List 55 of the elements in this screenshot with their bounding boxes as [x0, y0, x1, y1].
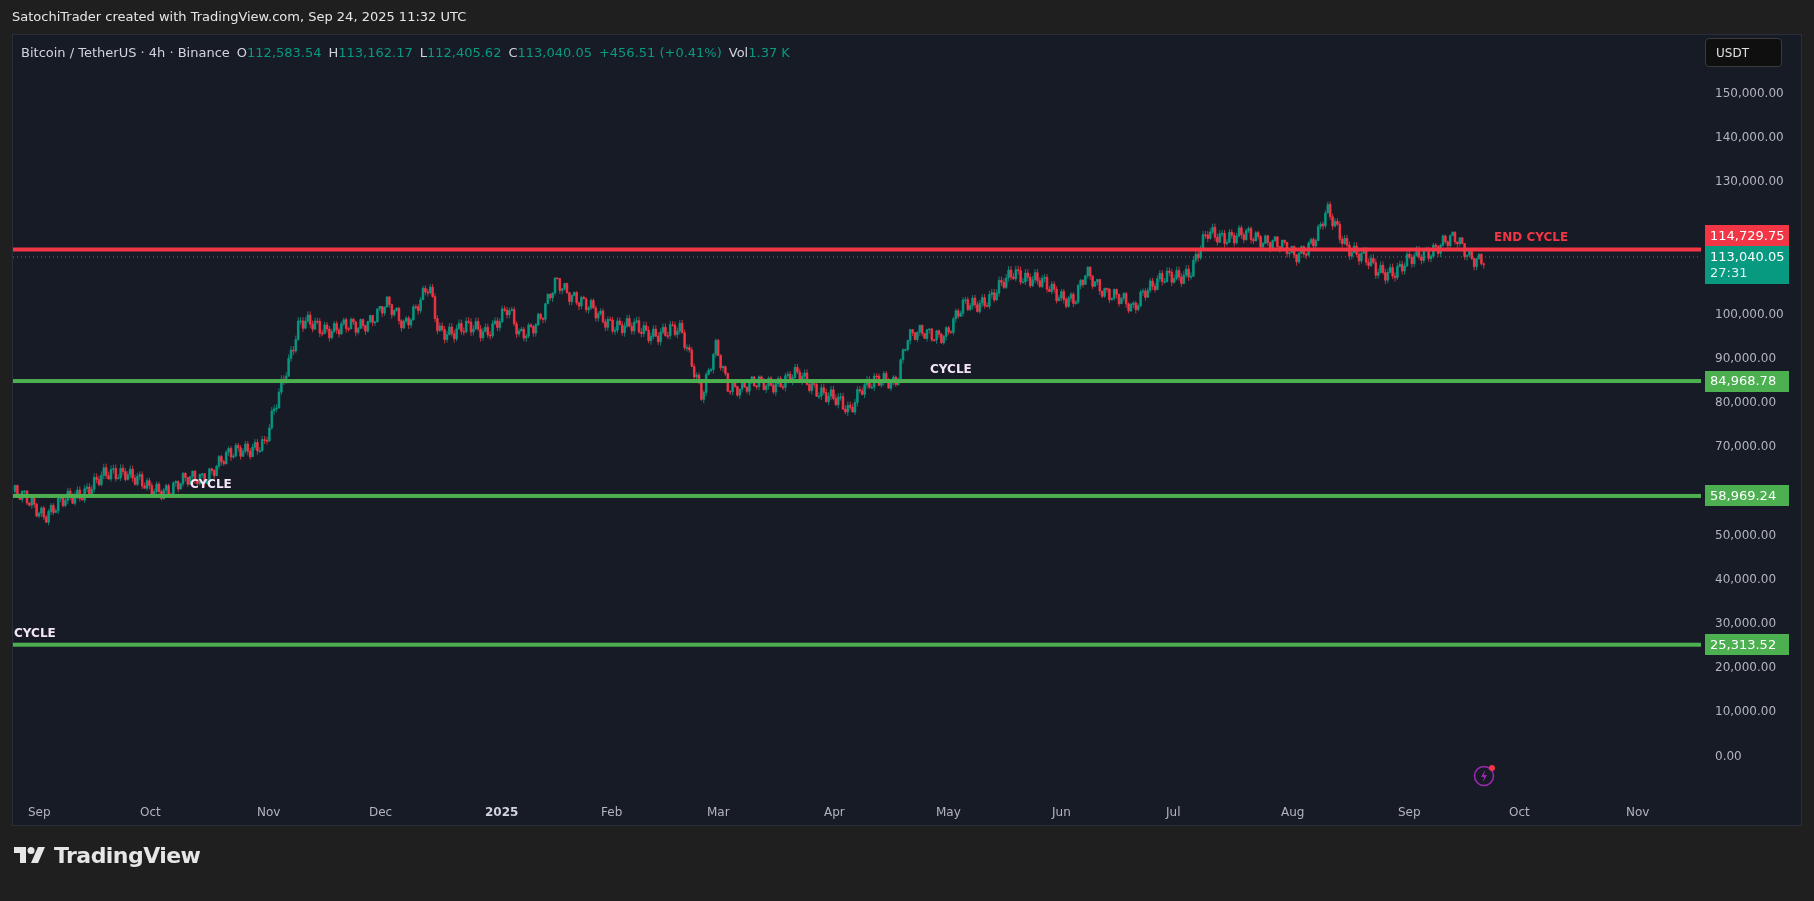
price-axis-label: 140,000.00 [1715, 130, 1784, 143]
price-axis-label: 40,000.00 [1715, 572, 1777, 585]
price-axis-label: 50,000.00 [1715, 528, 1777, 541]
ohlc-label: H [328, 44, 339, 62]
time-axis-label: Sep [1398, 804, 1421, 821]
price-level-label: 84,968.78 [1705, 370, 1789, 392]
time-axis-label: Nov [1626, 804, 1650, 821]
time-axis-label: Apr [824, 804, 845, 821]
time-axis-label: Oct [1509, 804, 1530, 821]
ohlc-value: 113,040.05 [517, 44, 592, 62]
level-caption: CYCLE [930, 363, 972, 376]
time-axis-label: Sep [28, 804, 51, 821]
level-caption: CYCLE [14, 626, 56, 639]
price-level-label: 25,313.52 [1705, 634, 1789, 656]
time-axis-label: Aug [1281, 804, 1305, 821]
lightning-icon[interactable] [1473, 763, 1497, 787]
change-text: +456.51 (+0.41%) [598, 44, 722, 62]
time-axis-label: Feb [601, 804, 623, 821]
currency-button[interactable]: USDT [1705, 38, 1782, 67]
price-axis-label: 150,000.00 [1715, 86, 1784, 99]
time-axis-label: Mar [707, 804, 730, 821]
price-axis-label: 70,000.00 [1715, 440, 1777, 453]
price-axis-label: 0.00 [1715, 749, 1742, 762]
time-axis-label: Dec [369, 804, 393, 821]
price-axis-label: 20,000.00 [1715, 661, 1777, 674]
logo-icon [14, 846, 48, 864]
symbol-text: Bitcoin / TetherUS · 4h · Binance [21, 44, 230, 62]
time-axis-label: Nov [257, 804, 281, 821]
price-axis-label: 130,000.00 [1715, 175, 1784, 187]
time-axis-label: Jun [1052, 804, 1071, 821]
time-axis-label: 2025 [485, 804, 519, 821]
ohlc-label: L [419, 44, 427, 62]
attribution-text: SatochiTrader created with TradingView.com, Sep 24, 2025 11:32 UTC [12, 8, 467, 27]
price-level-label: 58,969.24 [1705, 485, 1789, 507]
time-axis-label: Jul [1166, 804, 1181, 821]
brand-name: TradingView [54, 841, 201, 870]
price-axis-label: 30,000.00 [1715, 617, 1777, 629]
price-axis-label: 90,000.00 [1715, 351, 1777, 364]
ohlc-label: C [508, 44, 518, 62]
price-axis-label: 80,000.00 [1715, 396, 1777, 408]
volume-value: 1.37 K [748, 44, 790, 62]
last-price-value: 113,040.05 [1710, 248, 1784, 265]
level-caption: END CYCLE [1494, 231, 1569, 244]
time-axis-label: Oct [140, 804, 161, 821]
ohlc-value: 113,162.17 [338, 44, 413, 62]
countdown-text: 27:31 [1710, 264, 1749, 281]
price-axis-label: 100,000.00 [1715, 307, 1784, 320]
ohlc-label: O [236, 44, 248, 62]
time-axis-label: May [936, 804, 961, 821]
level-caption: CYCLE [190, 477, 232, 490]
ohlc-value: 112,583.54 [247, 44, 322, 62]
ohlc-value: 112,405.62 [426, 44, 502, 62]
volume-label: Vol [728, 44, 749, 62]
price-level-label: 114,729.75 [1705, 224, 1789, 246]
price-axis-label: 10,000.00 [1715, 705, 1777, 718]
